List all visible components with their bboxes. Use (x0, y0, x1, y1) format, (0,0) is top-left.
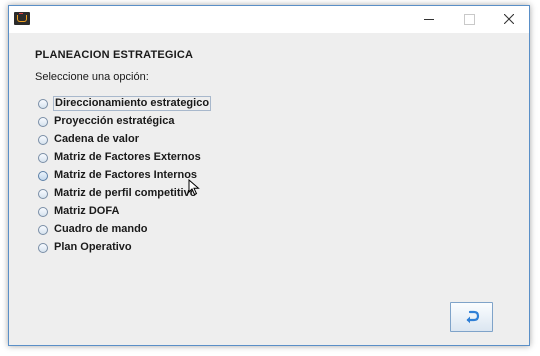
option-label: Matriz de perfil competitivo (54, 187, 197, 199)
close-icon (504, 14, 514, 24)
option-label: Matriz DOFA (54, 205, 120, 217)
option-matriz-factores-internos[interactable]: Matriz de Factores Internos (38, 168, 198, 183)
minimize-icon (424, 19, 434, 20)
option-proyeccion-estrategica[interactable]: Proyección estratégica (38, 114, 175, 129)
radio-button[interactable] (38, 170, 48, 181)
option-label: Cadena de valor (54, 133, 139, 145)
option-label: Proyección estratégica (54, 115, 175, 127)
radio-button[interactable] (38, 242, 48, 253)
mouse-pointer-icon (188, 179, 200, 196)
maximize-icon (464, 14, 475, 25)
radio-button[interactable] (38, 98, 48, 109)
radio-button[interactable] (38, 134, 48, 145)
close-button[interactable] (489, 6, 529, 33)
radio-button[interactable] (38, 224, 48, 235)
option-cadena-de-valor[interactable]: Cadena de valor (38, 132, 140, 147)
option-label: Matriz de Factores Externos (54, 151, 201, 163)
radio-button[interactable] (38, 116, 48, 127)
option-label: Cuadro de mando (54, 223, 148, 235)
radio-button[interactable] (38, 206, 48, 217)
option-matriz-factores-externos[interactable]: Matriz de Factores Externos (38, 150, 202, 165)
option-matriz-dofa[interactable]: Matriz DOFA (38, 204, 120, 219)
maximize-button[interactable] (449, 6, 489, 33)
return-arrow-icon (466, 310, 480, 324)
radio-button[interactable] (38, 188, 48, 199)
back-button[interactable] (450, 302, 493, 332)
java-cup-icon (14, 12, 30, 25)
radio-button[interactable] (38, 152, 48, 163)
selection-prompt: Seleccione una opción: (35, 71, 149, 83)
title-bar[interactable] (9, 6, 529, 33)
minimize-button[interactable] (409, 6, 449, 33)
content-panel: PLANEACION ESTRATEGICA Seleccione una op… (9, 33, 529, 345)
option-matriz-perfil-competitivo[interactable]: Matriz de perfil competitivo (38, 186, 197, 201)
option-label: Plan Operativo (54, 241, 132, 253)
option-direccionamiento-estrategico[interactable]: Direccionamiento estrategico (38, 96, 212, 111)
option-label: Matriz de Factores Internos (54, 169, 198, 181)
option-label: Direccionamiento estrategico (53, 96, 212, 111)
option-plan-operativo[interactable]: Plan Operativo (38, 240, 133, 255)
app-window: PLANEACION ESTRATEGICA Seleccione una op… (8, 5, 530, 346)
page-title: PLANEACION ESTRATEGICA (35, 49, 194, 61)
option-cuadro-de-mando[interactable]: Cuadro de mando (38, 222, 149, 237)
